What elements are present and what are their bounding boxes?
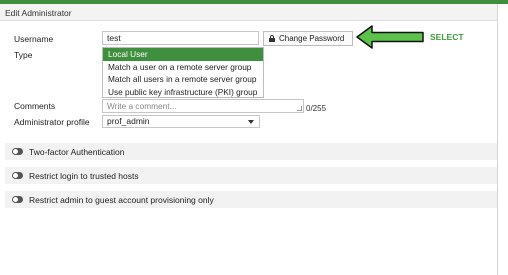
type-option-remote-group[interactable]: Match all users in a remote server group bbox=[103, 73, 263, 86]
lock-icon bbox=[269, 35, 275, 42]
chevron-down-icon bbox=[248, 120, 254, 124]
section-trusted-hosts: Restrict login to trusted hosts bbox=[5, 167, 497, 184]
guest-provisioning-toggle[interactable] bbox=[12, 196, 23, 203]
username-label: Username bbox=[14, 34, 54, 44]
guest-provisioning-label: Restrict admin to guest account provisio… bbox=[29, 195, 214, 205]
username-input[interactable]: test bbox=[102, 31, 259, 45]
section-two-factor: Two-factor Authentication bbox=[5, 143, 497, 160]
type-label: Type bbox=[14, 50, 33, 60]
resize-handle-icon[interactable] bbox=[297, 106, 302, 111]
admin-profile-label: Administrator profile bbox=[14, 117, 90, 127]
scroll-gutter bbox=[497, 4, 508, 275]
comments-textarea[interactable]: Write a comment... bbox=[102, 99, 304, 113]
type-option-local-user[interactable]: Local User bbox=[103, 48, 263, 61]
comments-char-counter: 0/255 bbox=[306, 104, 327, 113]
two-factor-toggle[interactable] bbox=[12, 148, 23, 155]
dialog-header: Edit Administrator bbox=[0, 4, 497, 21]
green-arrow-annotation bbox=[356, 25, 424, 49]
trusted-hosts-label: Restrict login to trusted hosts bbox=[29, 171, 139, 181]
admin-profile-value: prof_admin bbox=[107, 116, 150, 126]
select-annotation-text: SELECT bbox=[430, 32, 464, 42]
two-factor-label: Two-factor Authentication bbox=[29, 147, 125, 157]
change-password-label: Change Password bbox=[279, 34, 345, 43]
type-option-pki-group[interactable]: Use public key infrastructure (PKI) grou… bbox=[103, 86, 263, 99]
type-option-remote-user[interactable]: Match a user on a remote server group bbox=[103, 61, 263, 74]
type-dropdown-list[interactable]: Local User Match a user on a remote serv… bbox=[102, 47, 264, 98]
section-guest-provisioning: Restrict admin to guest account provisio… bbox=[5, 191, 497, 208]
trusted-hosts-toggle[interactable] bbox=[12, 172, 23, 179]
comments-label: Comments bbox=[14, 101, 56, 111]
change-password-button[interactable]: Change Password bbox=[263, 31, 353, 46]
comments-placeholder: Write a comment... bbox=[107, 101, 177, 111]
admin-profile-select[interactable]: prof_admin bbox=[102, 115, 260, 128]
page-title: Edit Administrator bbox=[5, 8, 72, 18]
